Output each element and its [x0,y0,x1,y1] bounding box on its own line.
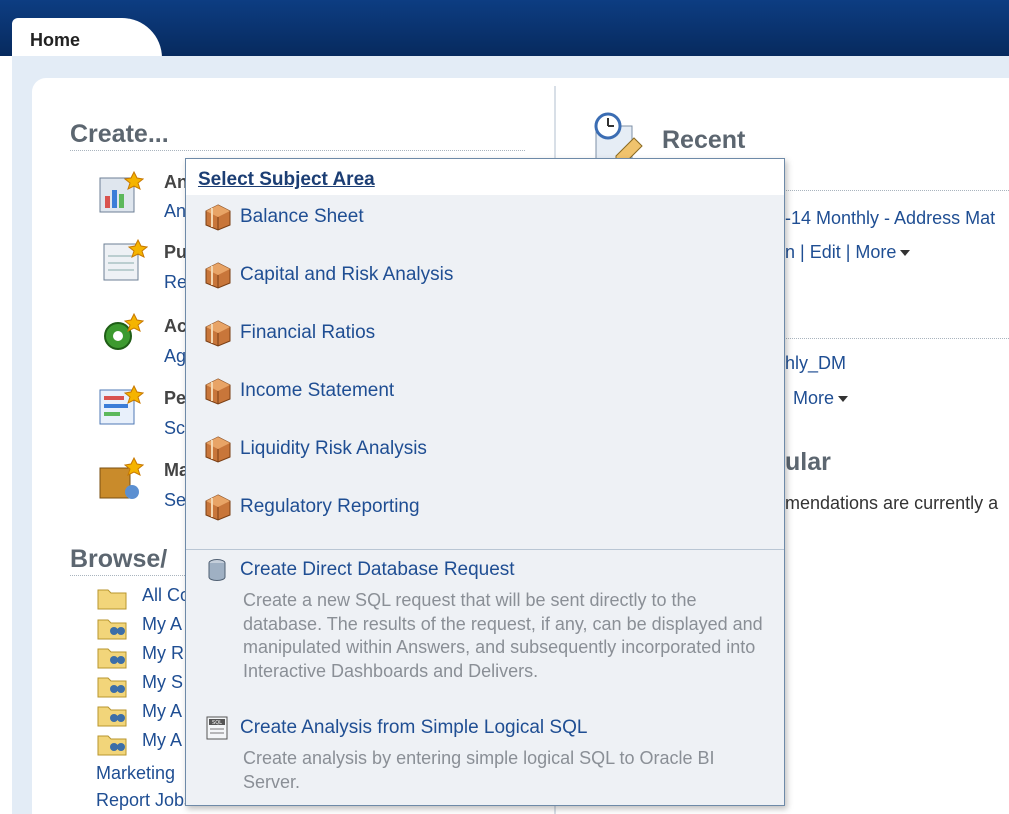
shared-folder-icon [97,619,127,640]
agent-gear-icon[interactable] [98,310,144,356]
browse-link-report-jobs[interactable]: Report Jobs [96,790,193,811]
folder-icon [97,589,127,610]
browse-item-5[interactable]: My A [142,730,182,751]
select-subject-area-popup: Select Subject Area Balance Sheet Capita… [185,158,785,806]
recent-item-2-name[interactable]: hly_DM [785,353,846,374]
logical-sql-label: Create Analysis from Simple Logical SQL [240,717,588,738]
browse-link-marketing[interactable]: Marketing [96,763,175,784]
shared-folder-icon [97,648,127,669]
subject-area-label: Financial Ratios [240,322,376,343]
browse-item-2[interactable]: My R [142,643,184,664]
subject-area-label: Regulatory Reporting [240,496,420,517]
chevron-down-icon [900,250,911,257]
create-item-performance-link[interactable]: Sc [164,418,185,439]
direct-db-description: Create a new SQL request that will be se… [243,590,763,681]
logical-sql-description: Create analysis by entering simple logic… [243,748,715,792]
create-item-agent-heading: Ac [164,316,188,336]
create-analysis-from-logical-sql[interactable]: SQL Create Analysis from Simple Logical … [204,715,587,741]
popular-section-title: ular [785,448,831,476]
direct-db-label: Create Direct Database Request [240,559,515,580]
browse-divider [70,575,185,576]
cube-icon [205,436,231,463]
create-item-analysis-link[interactable]: An [164,201,186,222]
subject-area-label: Income Statement [240,380,395,401]
cube-icon [205,378,231,405]
create-item-performance-heading: Pe [164,388,187,408]
subject-area-liquidity-risk[interactable]: Liquidity Risk Analysis [204,433,427,465]
recent-item-2-actions[interactable]: More [793,388,849,409]
shared-folder-icon [97,706,127,727]
subject-area-financial-ratios[interactable]: Financial Ratios [204,317,375,349]
sql-icon: SQL [206,716,228,740]
new-analysis-icon[interactable] [98,168,144,214]
create-item-publisher-link[interactable]: Re [164,272,187,293]
cube-icon [205,320,231,347]
popular-message: mendations are currently a [785,493,999,513]
subject-area-balance-sheet[interactable]: Balance Sheet [204,201,364,233]
tab-home[interactable]: Home [12,18,162,58]
subject-area-label: Liquidity Risk Analysis [240,438,427,459]
create-item-agent-link[interactable]: Ag [164,346,186,367]
browse-item-3[interactable]: My S [142,672,183,693]
browse-item-1[interactable]: My A [142,614,182,635]
popup-title[interactable]: Select Subject Area [198,169,375,191]
popup-header: Select Subject Area [186,159,784,195]
scorecard-icon[interactable] [98,382,144,428]
svg-text:SQL: SQL [212,720,222,726]
subject-area-regulatory-reporting[interactable]: Regulatory Reporting [204,491,420,523]
browse-section-title: Browse/ [70,545,168,573]
cube-icon [205,262,231,289]
create-direct-database-request[interactable]: Create Direct Database Request [204,557,515,583]
browse-item-4[interactable]: My A [142,701,182,722]
chevron-down-icon [838,396,849,403]
browse-item-all[interactable]: All Co [142,585,190,606]
create-item-publisher-heading: Pu [164,242,188,262]
create-divider [70,150,525,151]
subject-area-label: Balance Sheet [240,206,364,227]
subject-area-income-statement[interactable]: Income Statement [204,375,394,407]
popup-divider [186,549,784,550]
cube-icon [205,204,231,231]
recent-section-title: Recent [662,126,746,154]
database-icon [208,559,226,582]
subject-area-capital-risk[interactable]: Capital and Risk Analysis [204,259,453,291]
recent-item-1-actions[interactable]: n | Edit | More [785,242,911,263]
subject-area-label: Capital and Risk Analysis [240,264,454,285]
marketing-icon[interactable] [98,454,144,500]
cube-icon [205,494,231,521]
shared-folder-icon [97,735,127,756]
create-item-marketing-link[interactable]: Se [164,490,186,511]
shared-folder-icon [97,677,127,698]
create-section-title: Create... [70,120,169,148]
recent-item-1-name[interactable]: -14 Monthly - Address Mat [785,208,995,229]
published-report-icon[interactable] [102,236,148,282]
